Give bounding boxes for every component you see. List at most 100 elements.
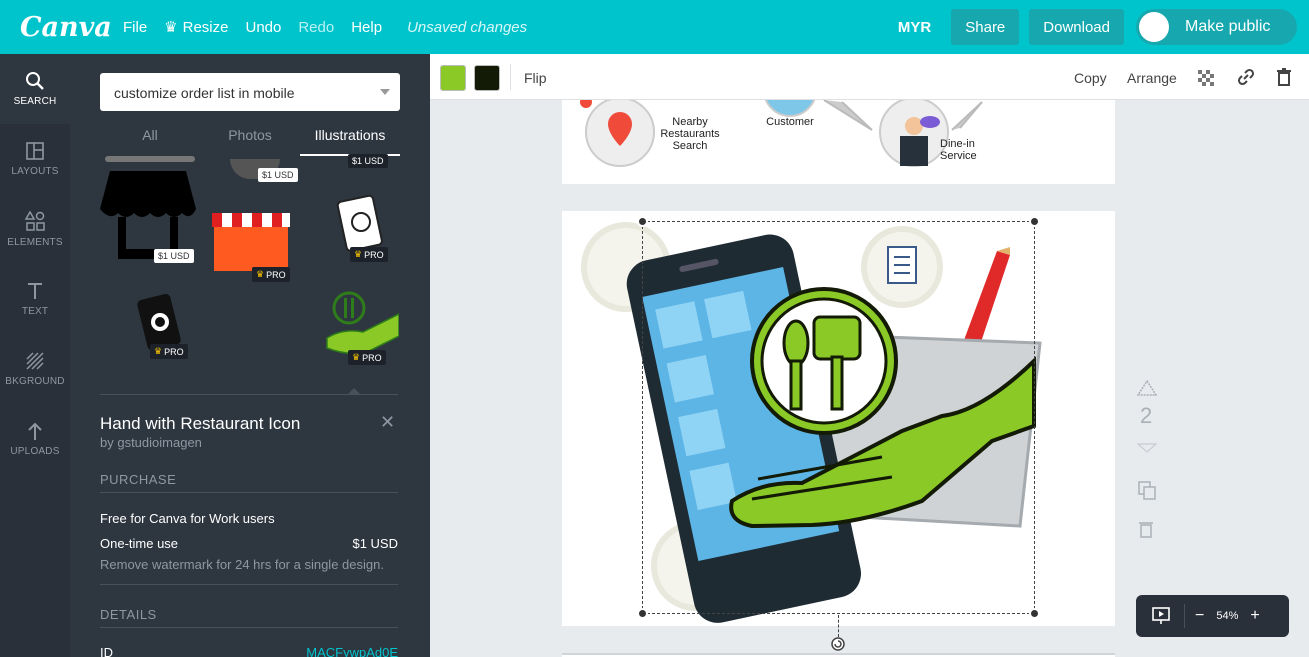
selection-box[interactable] <box>642 221 1035 614</box>
results-grid: $1 USD $1 USD $1 USD ♛ PRO ♛ PRO ♛ PRO ♛ PRO <box>100 154 400 384</box>
make-public-label: Make public <box>1185 18 1271 35</box>
transparency-icon[interactable] <box>1198 70 1214 86</box>
color-swatch-green[interactable] <box>440 65 466 91</box>
result-item[interactable]: ♛ PRO <box>208 209 294 282</box>
result-item[interactable]: $1 USD <box>348 154 400 168</box>
download-button[interactable]: Download <box>1029 9 1124 45</box>
panel-divider <box>100 394 398 395</box>
design-canvas: Nearby Restaurants Search Customer Dine-… <box>430 100 1309 657</box>
zoom-value[interactable]: 54% <box>1216 610 1238 622</box>
pro-label: PRO <box>364 249 384 260</box>
nav-label: BKGROUND <box>5 376 65 387</box>
crown-icon: ♛ <box>354 249 363 259</box>
side-nav: SEARCH LAYOUTS ELEMENTS TEXT BKGROUND UP… <box>0 54 70 657</box>
details-header: DETAILS <box>100 607 157 622</box>
result-tabs: All Photos Illustrations <box>100 120 400 156</box>
resize-handle-bl[interactable] <box>637 608 648 619</box>
pro-label: PRO <box>266 269 286 280</box>
phone-plate-icon <box>137 293 181 351</box>
trash-icon[interactable] <box>1276 68 1292 86</box>
duplicate-page-icon[interactable] <box>1137 480 1157 500</box>
zoom-in-button[interactable]: + <box>1250 607 1259 625</box>
currency-label[interactable]: MYR <box>898 19 931 36</box>
result-item[interactable]: $1 USD <box>220 154 298 184</box>
result-item[interactable]: ♛ PRO <box>322 189 400 262</box>
delete-page-icon[interactable] <box>1137 519 1155 539</box>
label-dinein: Dine-in Service <box>940 138 977 162</box>
nav-search[interactable]: SEARCH <box>0 54 70 124</box>
page-down-icon[interactable] <box>1137 443 1157 453</box>
tab-illustrations[interactable]: Illustrations <box>300 120 400 156</box>
section-divider <box>100 627 398 628</box>
nav-label: UPLOADS <box>10 446 60 457</box>
result-item-selected[interactable]: ♛ PRO <box>322 284 400 365</box>
resize-handle-tr[interactable] <box>1029 216 1040 227</box>
nav-background[interactable]: BKGROUND <box>0 334 70 404</box>
file-menu[interactable]: File <box>123 19 147 36</box>
toggle-knob <box>1139 12 1169 42</box>
copy-button[interactable]: Copy <box>1074 70 1107 86</box>
red-shop-icon <box>212 212 290 271</box>
rotate-icon[interactable] <box>831 637 845 651</box>
nav-uploads[interactable]: UPLOADS <box>0 404 70 474</box>
nav-layouts[interactable]: LAYOUTS <box>0 124 70 194</box>
price-badge: $1 USD <box>154 249 194 263</box>
close-icon[interactable]: ✕ <box>380 412 395 433</box>
detail-title: Hand with Restaurant Icon <box>100 414 301 433</box>
share-button[interactable]: Share <box>951 9 1020 45</box>
make-public-toggle[interactable]: Make public <box>1136 9 1297 45</box>
page-up-icon[interactable] <box>1137 380 1157 396</box>
result-item[interactable]: ♛ PRO <box>120 284 200 359</box>
id-label: ID <box>100 645 113 657</box>
zoom-divider <box>1184 604 1185 628</box>
nav-elements[interactable]: ELEMENTS <box>0 194 70 264</box>
pro-badge: ♛ PRO <box>348 350 386 365</box>
id-value[interactable]: MACFywpAd0E <box>306 645 398 657</box>
nav-label: ELEMENTS <box>7 237 63 248</box>
link-icon[interactable] <box>1237 68 1255 86</box>
nav-text[interactable]: TEXT <box>0 264 70 334</box>
onetime-price: $1 USD <box>352 536 398 551</box>
tab-all[interactable]: All <box>100 120 200 156</box>
design-page-3[interactable] <box>562 653 1115 657</box>
crown-icon: ♛ <box>256 269 265 279</box>
arrange-button[interactable]: Arrange <box>1127 70 1177 86</box>
crown-icon: ♛ <box>164 19 178 36</box>
search-value: customize order list in mobile <box>114 85 295 101</box>
search-icon <box>26 72 44 90</box>
price-badge: $1 USD <box>258 168 298 182</box>
onetime-row: One-time use $1 USD <box>100 536 398 551</box>
purchase-header: PURCHASE <box>100 472 177 487</box>
help-menu[interactable]: Help <box>351 19 382 36</box>
page-number: 2 <box>1140 403 1153 428</box>
color-swatch-dark[interactable] <box>474 65 500 91</box>
tab-photos[interactable]: Photos <box>200 120 300 156</box>
pro-label: PRO <box>164 346 184 357</box>
search-input[interactable]: customize order list in mobile <box>100 73 400 111</box>
undo-button[interactable]: Undo <box>245 19 281 36</box>
resize-handle-br[interactable] <box>1029 608 1040 619</box>
background-icon <box>26 352 44 370</box>
rotate-stem <box>838 615 839 637</box>
free-text: Free for Canva for Work users <box>100 511 275 526</box>
toolbar-divider <box>510 64 511 90</box>
detail-author: by gstudioimagen <box>100 435 202 450</box>
result-item[interactable] <box>105 154 195 164</box>
zoom-out-button[interactable]: − <box>1195 607 1204 625</box>
canva-logo[interactable]: Canva <box>20 12 112 43</box>
result-item[interactable]: $1 USD <box>100 169 196 265</box>
id-row: ID MACFywpAd0E <box>100 645 398 657</box>
flip-button[interactable]: Flip <box>524 70 547 86</box>
design-page-1[interactable]: Nearby Restaurants Search Customer Dine-… <box>562 100 1115 184</box>
zoom-control: − 54% + <box>1136 595 1289 637</box>
present-icon[interactable] <box>1152 607 1170 625</box>
chevron-down-icon[interactable] <box>380 89 390 95</box>
search-panel: customize order list in mobile All Photo… <box>70 54 430 657</box>
pro-label: PRO <box>362 352 382 363</box>
price-badge: $1 USD <box>348 154 388 168</box>
watermark-note: Remove watermark for 24 hrs for a single… <box>100 557 384 572</box>
resize-handle-tl[interactable] <box>637 216 648 227</box>
pro-badge: ♛ PRO <box>252 267 290 282</box>
resize-menu[interactable]: ♛ Resize <box>164 18 228 37</box>
redo-button[interactable]: Redo <box>298 19 334 36</box>
